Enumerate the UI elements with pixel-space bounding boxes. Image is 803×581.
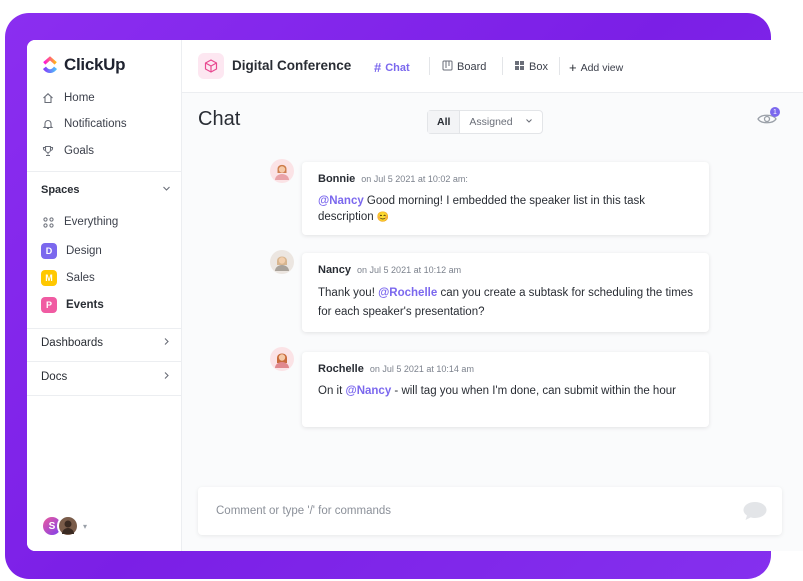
- sidebar-item-label: Events: [66, 299, 104, 311]
- comment-input[interactable]: Comment or type '/' for commands: [198, 487, 782, 535]
- dashboards-label: Dashboards: [41, 337, 104, 349]
- home-icon: [41, 91, 55, 105]
- chat-message: Bonnie on Jul 5 2021 at 10:02 am: @Nancy…: [302, 162, 709, 235]
- nav-notifications[interactable]: Notifications: [41, 117, 127, 131]
- plus-icon: +: [569, 60, 577, 75]
- docs-label: Docs: [41, 371, 68, 383]
- sidebar-divider: [27, 395, 182, 396]
- tab-divider: [559, 57, 560, 75]
- sidebar-item-dashboards[interactable]: Dashboards: [41, 337, 171, 349]
- nav-notifications-label: Notifications: [64, 118, 127, 130]
- main-panel: Digital Conference # Chat Board Box + Ad…: [182, 40, 803, 551]
- chat-message: Nancy on Jul 5 2021 at 10:12 am Thank yo…: [302, 253, 709, 332]
- chevron-right-icon: [162, 371, 171, 383]
- mention-link[interactable]: @Nancy: [318, 195, 364, 207]
- space-badge-events: P: [41, 297, 57, 313]
- tab-chat-label: Chat: [385, 61, 410, 74]
- message-author[interactable]: Bonnie: [318, 173, 355, 185]
- avatar: [270, 250, 294, 274]
- nav-home[interactable]: Home: [41, 91, 95, 105]
- message-text: Thank you!: [318, 287, 379, 299]
- message-timestamp: on Jul 5 2021 at 10:14 am: [369, 364, 474, 374]
- message-body: @Nancy Good morning! I embedded the spea…: [318, 193, 693, 226]
- everything-icon: [41, 215, 55, 229]
- message-filter[interactable]: All Assigned: [427, 110, 543, 134]
- grid-icon: [514, 60, 525, 74]
- tab-divider: [429, 57, 430, 75]
- space-badge-design: D: [41, 243, 57, 259]
- sidebar-item-design[interactable]: D Design: [41, 243, 102, 259]
- message-author[interactable]: Rochelle: [318, 363, 364, 375]
- sidebar: ClickUp Home Notifications Goals Spaces: [27, 40, 182, 551]
- message-text: On it: [318, 385, 346, 397]
- tab-board[interactable]: Board: [442, 60, 486, 74]
- add-view-label: Add view: [580, 61, 624, 74]
- spaces-label: Spaces: [41, 184, 80, 196]
- avatar-photo: [57, 515, 79, 537]
- page-title: Chat: [198, 108, 241, 130]
- chevron-right-icon: [162, 337, 171, 349]
- chevron-down-icon[interactable]: [162, 184, 171, 196]
- tab-board-label: Board: [457, 61, 487, 73]
- filter-assigned-label: Assigned: [469, 116, 513, 128]
- message-body: Thank you! @Rochelle can you create a su…: [318, 284, 693, 322]
- cube-icon: [198, 53, 224, 79]
- chevron-down-icon: [525, 116, 533, 128]
- trophy-icon: [41, 144, 55, 158]
- user-menu[interactable]: S ▾: [41, 515, 87, 537]
- add-view-button[interactable]: + Add view: [569, 60, 623, 75]
- message-text: Good morning! I embedded the speaker lis…: [318, 195, 645, 223]
- watchers-count-badge: 1: [770, 107, 780, 117]
- app-window: ClickUp Home Notifications Goals Spaces: [27, 40, 803, 551]
- tab-chat[interactable]: # Chat: [374, 60, 410, 75]
- brand-name: ClickUp: [64, 55, 126, 74]
- message-body: On it @Nancy - will tag you when I'm don…: [318, 383, 693, 399]
- nav-goals[interactable]: Goals: [41, 144, 94, 158]
- chat-bubble-icon[interactable]: [742, 500, 768, 527]
- sidebar-item-sales[interactable]: M Sales: [41, 270, 95, 286]
- avatar: [270, 347, 294, 371]
- message-author[interactable]: Nancy: [318, 264, 351, 276]
- clickup-logo[interactable]: ClickUp: [41, 55, 126, 75]
- tab-divider: [502, 57, 503, 75]
- sidebar-divider: [27, 171, 182, 172]
- smile-emoji-icon: 😊: [376, 212, 390, 223]
- tab-box-label: Box: [529, 61, 548, 73]
- nav-home-label: Home: [64, 92, 95, 104]
- message-text: - will tag you when I'm done, can submit…: [391, 385, 676, 397]
- sidebar-divider: [27, 361, 182, 362]
- filter-all[interactable]: All: [428, 111, 461, 133]
- sidebar-divider: [27, 328, 182, 329]
- chat-message: Rochelle on Jul 5 2021 at 10:14 am On it…: [302, 352, 709, 427]
- sidebar-item-everything[interactable]: Everything: [41, 215, 118, 229]
- avatar: [270, 159, 294, 183]
- caret-down-icon[interactable]: ▾: [83, 522, 87, 531]
- sidebar-item-events[interactable]: P Events: [41, 297, 104, 313]
- spaces-header[interactable]: Spaces: [41, 184, 171, 196]
- sidebar-item-label: Design: [66, 245, 102, 257]
- message-timestamp: on Jul 5 2021 at 10:12 am: [357, 265, 462, 275]
- nav-goals-label: Goals: [64, 145, 95, 157]
- hash-icon: #: [374, 60, 382, 75]
- clickup-logo-icon: [43, 56, 57, 73]
- everything-label: Everything: [64, 216, 119, 228]
- board-icon: [442, 60, 453, 74]
- bell-icon: [41, 117, 55, 131]
- tab-box[interactable]: Box: [514, 60, 548, 74]
- message-timestamp: on Jul 5 2021 at 10:02 am:: [361, 174, 468, 184]
- space-badge-sales: M: [41, 270, 57, 286]
- top-bar: Digital Conference # Chat Board Box + Ad…: [182, 40, 803, 93]
- sidebar-item-docs[interactable]: Docs: [41, 371, 171, 383]
- sidebar-item-label: Sales: [66, 272, 95, 284]
- filter-assigned[interactable]: Assigned: [460, 111, 541, 133]
- project-title: Digital Conference: [232, 58, 352, 73]
- mention-link[interactable]: @Nancy: [345, 385, 391, 397]
- mention-link[interactable]: @Rochelle: [378, 287, 437, 299]
